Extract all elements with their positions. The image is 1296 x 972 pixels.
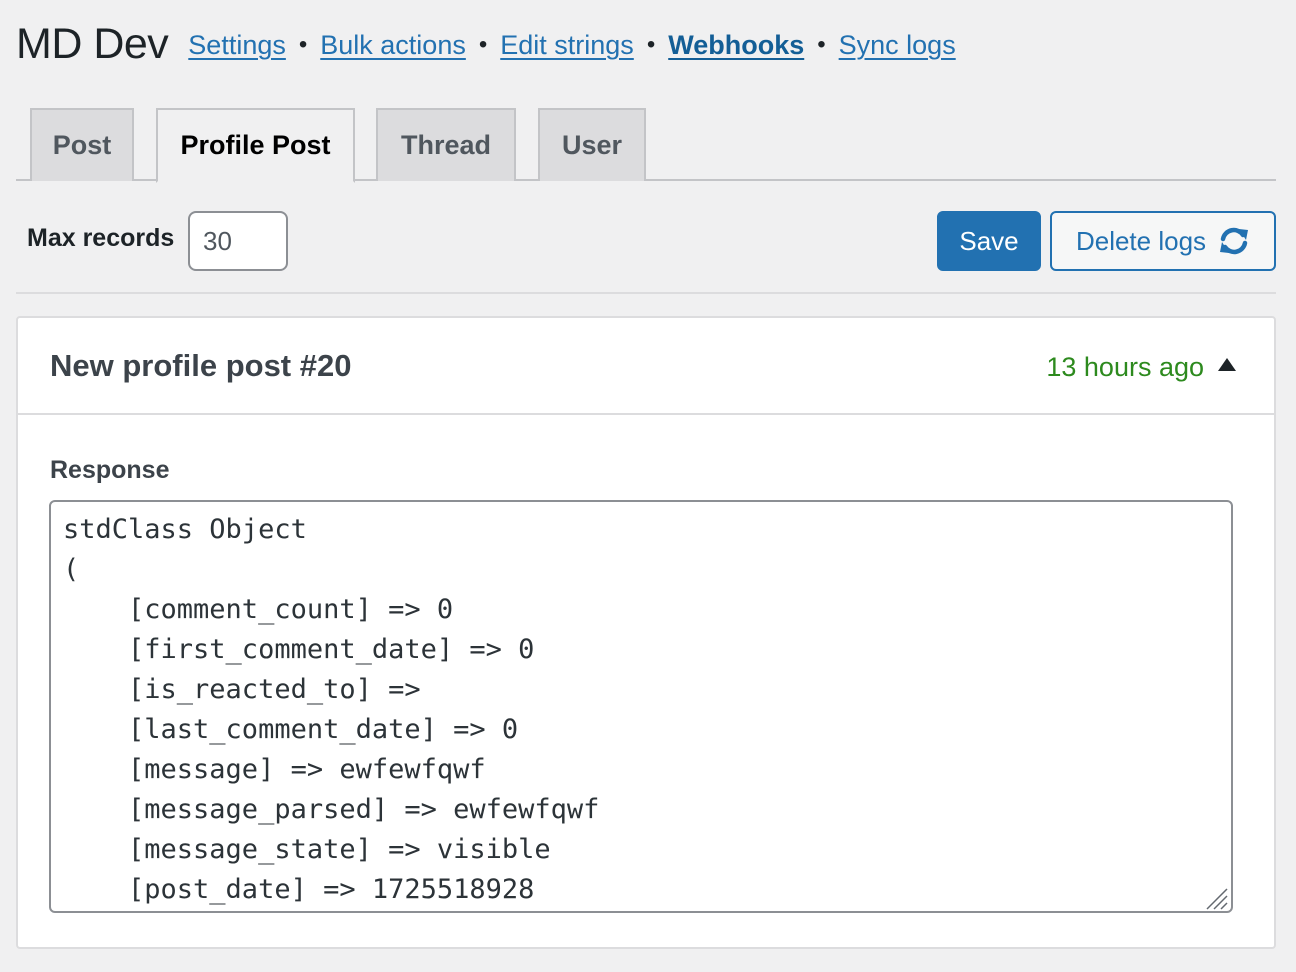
code-line: stdClass Object (63, 514, 307, 545)
code-line: [last_comment_date] => 0 (63, 714, 519, 745)
code-line: [is_reacted_to] => (63, 674, 421, 705)
code-line: ( (63, 554, 80, 585)
code-line: [message_state] => visible (63, 834, 551, 865)
section-divider (16, 292, 1276, 294)
refresh-icon (1218, 226, 1250, 256)
page-header: MD Dev Settings • Bulk actions • Edit st… (16, 14, 956, 74)
max-records-input[interactable] (188, 211, 288, 271)
log-entry-time: 13 hours ago (1046, 352, 1204, 382)
nav-link-bulk-actions[interactable]: Bulk actions (320, 30, 466, 61)
log-entry-title: New profile post #20 (50, 348, 352, 383)
log-entry-card: New profile post #20 13 hours ago Respon… (16, 316, 1276, 949)
tab-thread[interactable]: Thread (376, 108, 516, 181)
delete-logs-button[interactable]: Delete logs (1050, 211, 1276, 271)
log-entry-header[interactable]: New profile post #20 13 hours ago (18, 318, 1274, 415)
tab-user[interactable]: User (538, 108, 646, 181)
response-label: Response (50, 456, 170, 484)
code-line: [first_comment_date] => 0 (63, 634, 535, 665)
tab-profile-post[interactable]: Profile Post (156, 108, 355, 183)
nav-link-webhooks[interactable]: Webhooks (668, 30, 804, 61)
app-title: MD Dev (16, 19, 169, 68)
nav-separator: • (298, 31, 308, 58)
delete-logs-label: Delete logs (1075, 225, 1207, 256)
nav-link-settings[interactable]: Settings (188, 30, 286, 61)
nav-separator: • (478, 31, 488, 58)
caret-up-icon[interactable] (1218, 358, 1236, 371)
nav-separator: • (646, 31, 656, 58)
top-nav: Settings • Bulk actions • Edit strings •… (188, 28, 955, 61)
max-records-label: Max records (27, 224, 175, 252)
nav-link-edit-strings[interactable]: Edit strings (500, 30, 634, 61)
nav-link-sync-logs[interactable]: Sync logs (839, 30, 956, 61)
settings-row: Max records Save Delete logs (16, 210, 1276, 272)
code-line: [comment_count] => 0 (63, 594, 454, 625)
code-line: [post_date] => 1725518928 (63, 874, 535, 905)
response-textarea[interactable]: stdClass Object ( [comment_count] => 0 [f… (49, 500, 1233, 913)
tab-post[interactable]: Post (30, 108, 134, 181)
resize-grip-icon[interactable] (1203, 883, 1229, 910)
save-button[interactable]: Save (937, 211, 1041, 271)
nav-separator: • (817, 31, 826, 58)
code-line: [message_parsed] => ewfewfqwf (63, 794, 600, 825)
code-line: [message] => ewfewfqwf (63, 754, 486, 785)
page: MD Dev Settings • Bulk actions • Edit st… (0, 0, 1296, 972)
tab-bar: Post Profile Post Thread User (16, 108, 1276, 183)
